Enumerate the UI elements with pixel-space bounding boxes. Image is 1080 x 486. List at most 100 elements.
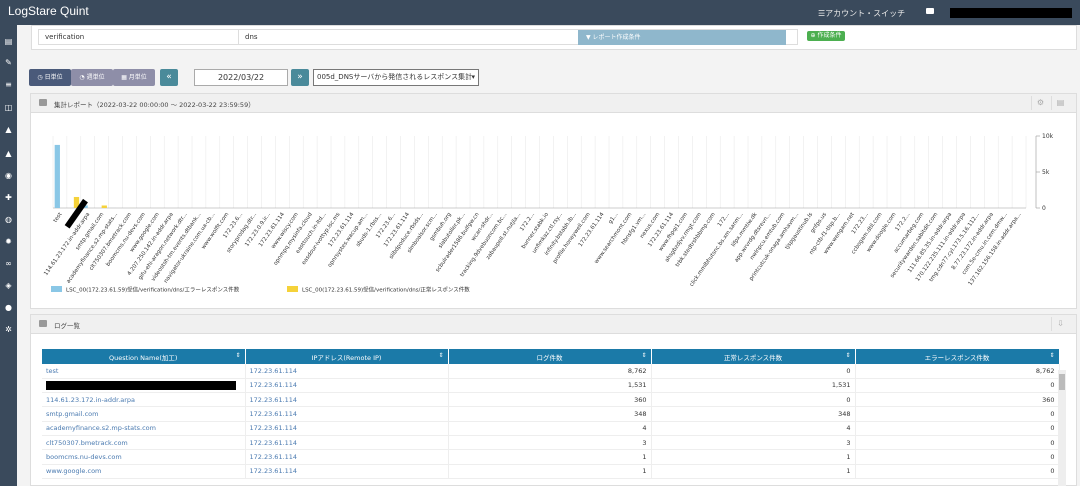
- document-icon[interactable]: ▤: [4, 37, 13, 46]
- next-date-button[interactable]: »: [291, 69, 309, 86]
- ip-address-cell[interactable]: 172.23.61.114: [245, 421, 449, 436]
- column-header[interactable]: IPアドレス(Remote IP) ⇕: [245, 349, 449, 364]
- create-condition-button[interactable]: ⊕ 作成条件: [807, 31, 845, 41]
- question-name-cell[interactable]: [42, 378, 246, 394]
- user-icon[interactable]: ●: [4, 303, 13, 312]
- log-count-cell: 1,531: [448, 378, 652, 394]
- column-header[interactable]: エラーレスポンス件数 ⇕: [855, 349, 1060, 364]
- question-name-cell[interactable]: boomcms.nu-devs.com: [42, 449, 246, 465]
- chart-panel-title: 集計レポート（2022-03-22 00:00:00 ～ 2022-03-22 …: [54, 101, 255, 109]
- ip-address-cell[interactable]: 172.23.61.114: [245, 392, 449, 408]
- gear-icon[interactable]: ✹: [4, 237, 13, 246]
- log-count-cell: 348: [448, 406, 652, 422]
- table-row[interactable]: smtp.gmail.com 172.23.61.114 348 348 0: [42, 406, 1060, 422]
- table-row[interactable]: clt750307.bmetrack.com 172.23.61.114 3 3 0: [42, 435, 1060, 451]
- question-name-cell[interactable]: smtp.gmail.com: [42, 406, 246, 422]
- date-input[interactable]: 2022/03/22: [194, 69, 288, 86]
- table-header-row: Question Name(加工) ⇕ IPアドレス(Remote IP) ⇕ ログ…: [42, 349, 1060, 364]
- normal-response-cell: 0: [651, 364, 856, 379]
- chart-bar: [101, 205, 107, 208]
- sort-icon: ⇕: [641, 352, 647, 359]
- log-table: Question Name(加工) ⇕ IPアドレス(Remote IP) ⇕ ログ…: [42, 349, 1060, 479]
- monthly-label: 月単位: [128, 74, 147, 81]
- error-response-cell: 0: [855, 406, 1060, 422]
- question-name-cell[interactable]: test: [42, 364, 246, 379]
- sidebar: ▤ ✎ ≡ ◫ ▲ ▲ ◉ ✚ ◍ ✹ ∞ ◈ ● ✲: [0, 25, 17, 486]
- question-name-cell[interactable]: academyfinance.s2.mp-stats.com: [42, 421, 246, 436]
- y-tick-label: 0: [1042, 205, 1046, 212]
- weekly-button[interactable]: ◔ 週単位: [71, 69, 113, 86]
- gear-icon[interactable]: ⚙: [1031, 96, 1049, 110]
- legend-label: LSC_00(172.23.61.59)受信/verification/dns/…: [66, 286, 240, 294]
- export-icon[interactable]: ▤: [1051, 96, 1069, 110]
- log-count-cell: 4: [448, 421, 652, 436]
- daily-button[interactable]: ◷ 日単位: [29, 69, 71, 86]
- users-icon[interactable]: ◍: [4, 215, 13, 224]
- error-response-cell: 0: [855, 449, 1060, 465]
- message-icon[interactable]: [926, 8, 934, 14]
- report-condition-button[interactable]: ▼ レポート作成条件: [578, 30, 786, 45]
- tool-icon[interactable]: ✚: [4, 193, 13, 202]
- report-select-value: 005d_DNSサーバから発信されるレスポンス集計: [317, 73, 473, 81]
- account-switch-link[interactable]: ☰アカウント・スイッチ: [818, 8, 905, 19]
- legend-swatch: [51, 286, 62, 292]
- log-count-cell: 1: [448, 464, 652, 479]
- top-bar: LogStare Quint ☰アカウント・スイッチ: [0, 0, 1080, 25]
- warning-icon[interactable]: ▲: [4, 125, 13, 134]
- column-header-label: Question Name(加工): [109, 353, 178, 362]
- table-row[interactable]: boomcms.nu-devs.com 172.23.61.114 1 1 0: [42, 449, 1060, 465]
- prev-date-button[interactable]: «: [160, 69, 178, 86]
- log-count-cell: 8,762: [448, 364, 652, 379]
- account-switch-label: アカウント・スイッチ: [825, 9, 906, 18]
- error-response-cell: 8,762: [855, 364, 1060, 379]
- wrench-icon[interactable]: ✎: [4, 58, 13, 67]
- ip-address-cell[interactable]: 172.23.61.114: [245, 406, 449, 422]
- chart-icon: [39, 99, 47, 106]
- ip-address-cell[interactable]: 172.23.61.114: [245, 364, 449, 379]
- column-header[interactable]: 正常レスポンス件数 ⇕: [651, 349, 856, 364]
- column-header-label: ログ件数: [536, 353, 563, 362]
- question-name-cell[interactable]: clt750307.bmetrack.com: [42, 435, 246, 451]
- chart-panel-header: 集計レポート（2022-03-22 00:00:00 ～ 2022-03-22 …: [31, 94, 1076, 113]
- table-row[interactable]: www.google.com 172.23.61.114 1 1 0: [42, 464, 1060, 479]
- list-icon[interactable]: ≡: [4, 80, 13, 89]
- settings-icon[interactable]: ✲: [4, 325, 13, 334]
- chart-panel: 集計レポート（2022-03-22 00:00:00 ～ 2022-03-22 …: [30, 93, 1077, 309]
- report-condition-label: レポート作成条件: [592, 34, 641, 41]
- eye-icon[interactable]: ◉: [4, 171, 13, 180]
- question-name-cell[interactable]: 114.61.23.172.in-addr.arpa: [42, 392, 246, 408]
- layers-icon[interactable]: ◈: [4, 281, 13, 290]
- create-condition-label: 作成条件: [817, 32, 842, 39]
- ip-address-cell[interactable]: 172.23.61.114: [245, 378, 449, 394]
- sort-icon: ⇕: [235, 352, 241, 359]
- report-select[interactable]: 005d_DNSサーバから発信されるレスポンス集計 ▾: [313, 69, 479, 86]
- question-name-cell[interactable]: www.google.com: [42, 464, 246, 479]
- table-row[interactable]: test 172.23.61.114 8,762 0 8,762: [42, 364, 1060, 379]
- error-response-cell: 0: [855, 464, 1060, 479]
- y-tick-label: 10k: [1042, 133, 1054, 140]
- ip-address-cell[interactable]: 172.23.61.114: [245, 435, 449, 451]
- download-icon[interactable]: ⇩: [1051, 317, 1069, 331]
- normal-response-cell: 3: [651, 435, 856, 451]
- error-response-cell: 360: [855, 392, 1060, 408]
- ip-address-cell[interactable]: 172.23.61.114: [245, 464, 449, 479]
- link-icon[interactable]: ∞: [4, 259, 13, 268]
- monthly-button[interactable]: ▦ 月単位: [113, 69, 155, 86]
- database-icon[interactable]: ◫: [4, 103, 13, 112]
- column-header[interactable]: Question Name(加工) ⇕: [42, 349, 246, 364]
- scrollbar-thumb[interactable]: [1059, 374, 1065, 390]
- column-header[interactable]: ログ件数 ⇕: [448, 349, 652, 364]
- table-row[interactable]: 172.23.61.114 1,531 1,531 0: [42, 378, 1060, 394]
- legend-swatch: [287, 286, 298, 292]
- daily-label: 日単位: [44, 74, 63, 81]
- table-row[interactable]: 114.61.23.172.in-addr.arpa 172.23.61.114 3…: [42, 392, 1060, 408]
- x-tick-label: test: [53, 211, 64, 224]
- redacted-user: [950, 8, 1072, 18]
- table-row[interactable]: academyfinance.s2.mp-stats.com 172.23.61.…: [42, 421, 1060, 436]
- x-tick-label: 172.23.61.114: [578, 211, 606, 248]
- alert-icon[interactable]: ▲: [4, 149, 13, 158]
- ip-address-cell[interactable]: 172.23.61.114: [245, 449, 449, 465]
- table-scrollbar[interactable]: [1058, 370, 1066, 486]
- condition-row: verification dns ▼ レポート作成条件: [38, 29, 798, 45]
- column-header-label: エラーレスポンス件数: [924, 353, 990, 362]
